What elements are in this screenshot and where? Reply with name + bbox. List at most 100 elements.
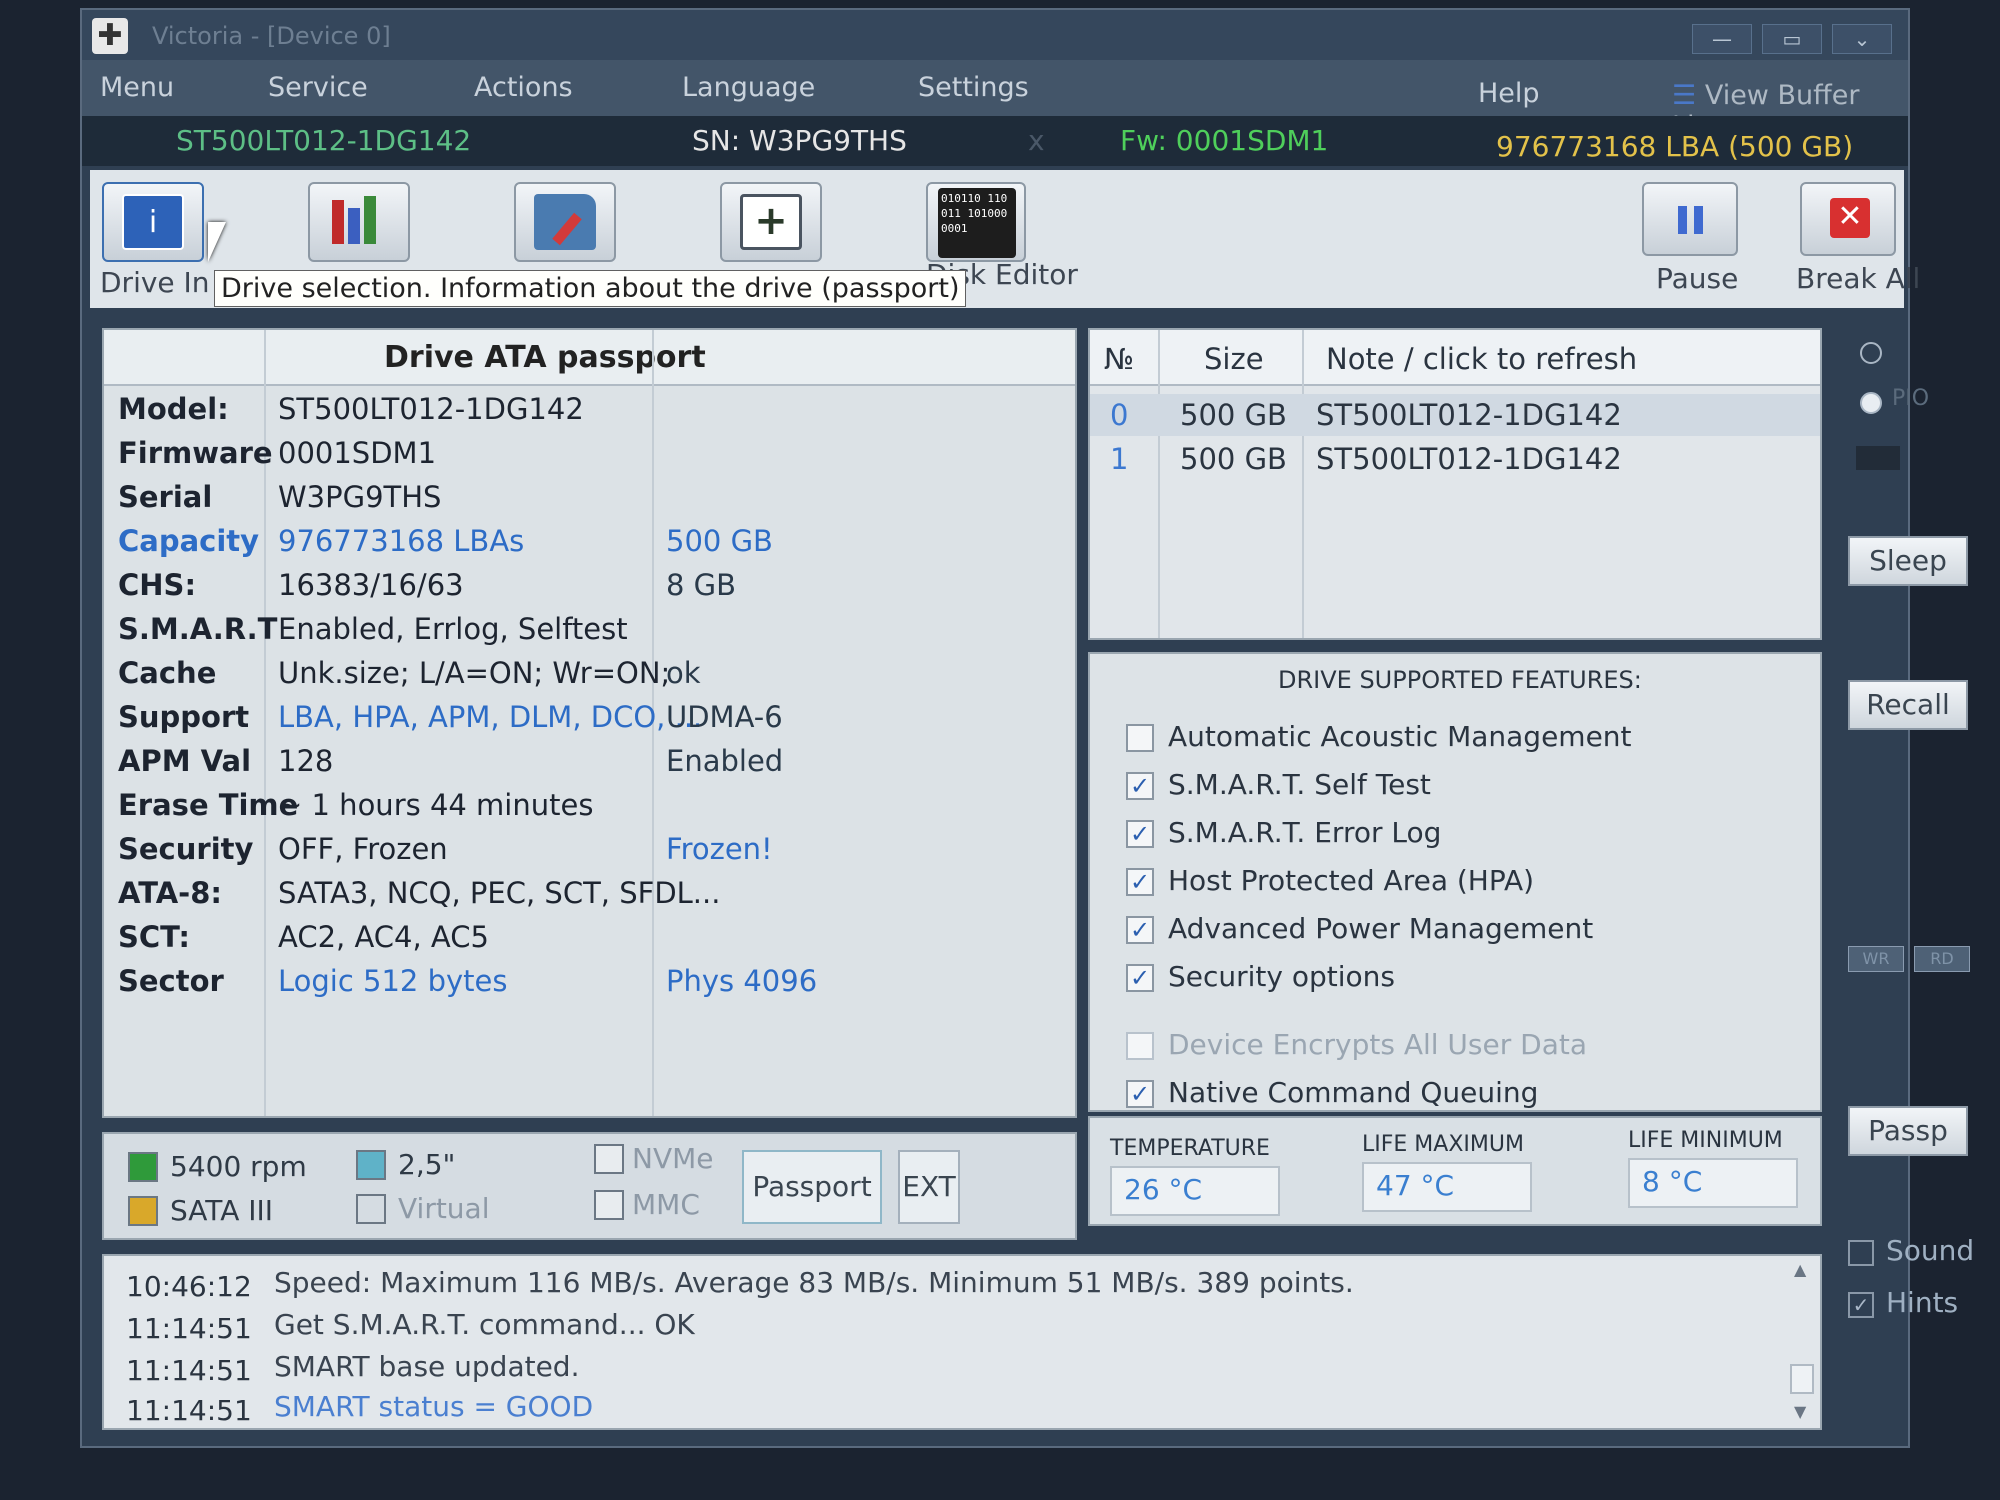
feature-label: Security options [1168, 960, 1396, 993]
row-smart: S.M.A.R.T Enabled, Errlog, Selftest [104, 612, 1075, 656]
drive-note: ST500LT012-1DG142 [1316, 442, 1622, 476]
feature-checkbox[interactable]: ✓ [1126, 820, 1154, 848]
mmc-indicator [594, 1190, 624, 1220]
value-ata8: SATA3, NCQ, PEC, SCT, SFDL... [278, 876, 721, 910]
feature-label: Native Command Queuing [1168, 1076, 1539, 1109]
divider [1158, 330, 1160, 638]
info-lba: 976773168 LBA (500 GB) [1496, 130, 1854, 163]
log-time: 11:14:51 [126, 1394, 252, 1427]
add-task-button[interactable]: + [720, 182, 822, 262]
sata-label: SATA III [170, 1194, 274, 1227]
feature-label: Advanced Power Management [1168, 912, 1594, 945]
hints-checkbox[interactable]: ✓ [1848, 1292, 1874, 1318]
row-serial: Serial W3PG9THS [104, 480, 1075, 524]
extra-support: UDMA-6 [666, 700, 783, 734]
feature-checkbox[interactable] [1126, 724, 1154, 752]
rpm-label: 5400 rpm [170, 1150, 307, 1183]
feature-label: S.M.A.R.T. Error Log [1168, 816, 1442, 849]
feature-checkbox[interactable]: ✓ [1126, 964, 1154, 992]
tooltip: Drive selection. Information about the d… [214, 270, 967, 307]
drive-row-0[interactable]: 0 500 GB ST500LT012-1DG142 [1090, 394, 1820, 436]
menu-settings[interactable]: Settings [918, 72, 1029, 103]
divider [1302, 330, 1304, 638]
pause-button[interactable] [1642, 182, 1738, 256]
feature-checkbox[interactable]: ✓ [1126, 772, 1154, 800]
info-model: ST500LT012-1DG142 [176, 124, 472, 157]
drive-row-1[interactable]: 1 500 GB ST500LT012-1DG142 [1090, 438, 1820, 480]
extra-apm: Enabled [666, 744, 784, 778]
window-title: Victoria - [Device 0] [152, 22, 391, 50]
feature-checkbox[interactable]: ✓ [1126, 1080, 1154, 1108]
scroll-up-icon[interactable]: ▲ [1794, 1260, 1806, 1279]
feature-checkbox[interactable]: ✓ [1126, 868, 1154, 896]
row-firmware: Firmware 0001SDM1 [104, 436, 1075, 480]
menu-language[interactable]: Language [682, 72, 815, 103]
open-folder-button[interactable] [514, 182, 616, 262]
binary-icon: 010110 110011 101000 0001 [938, 188, 1016, 258]
sata-indicator [128, 1196, 158, 1226]
life-min-label: LIFE MINIMUM [1628, 1128, 1783, 1153]
label-ata8: ATA-8: [118, 876, 222, 910]
sleep-button[interactable]: Sleep [1848, 536, 1968, 586]
menu-service[interactable]: Service [268, 72, 368, 103]
feature-checkbox[interactable] [1126, 1032, 1154, 1060]
drive-info-button[interactable]: i [102, 182, 204, 262]
drive-indicators: 5400 rpm SATA III 2,5" Virtual NVMe MMC … [102, 1132, 1077, 1240]
value-sector: Logic 512 bytes [278, 964, 508, 998]
bar-chart-icon [328, 194, 390, 250]
disk-editor-button[interactable]: 010110 110011 101000 0001 [926, 182, 1026, 262]
menu-help[interactable]: Help [1478, 78, 1540, 109]
features-title: DRIVE SUPPORTED FEATURES: [1278, 666, 1642, 694]
log-message: Get S.M.A.R.T. command... OK [274, 1308, 695, 1341]
value-erase-time: ~ 1 hours 44 minutes [278, 788, 594, 822]
drive-list: № Size Note / click to refresh 0 500 GB … [1088, 328, 1822, 640]
feature-checkbox[interactable]: ✓ [1126, 916, 1154, 944]
temperature-label: TEMPERATURE [1110, 1136, 1270, 1161]
right-sidebar: PIO Sleep Recall WR RD Passp Sound ✓ Hin… [1834, 328, 1974, 1428]
label-chs: CHS: [118, 568, 197, 602]
radio-option[interactable] [1860, 342, 1882, 364]
menu-bar: Menu Service Actions Language Settings H… [82, 60, 1908, 142]
mmc-label: MMC [632, 1188, 700, 1221]
sound-label: Sound [1886, 1234, 1975, 1267]
header-no: № [1104, 342, 1135, 376]
row-capacity: Capacity 976773168 LBAs 500 GB [104, 524, 1075, 568]
scroll-down-icon[interactable]: ▼ [1794, 1402, 1806, 1421]
close-window-button[interactable]: ⌄ [1832, 24, 1892, 54]
wr-indicator: WR [1848, 946, 1904, 972]
passport-button[interactable]: Passport [742, 1150, 882, 1224]
menu-menu[interactable]: Menu [100, 72, 174, 103]
break-all-label: Break All [1796, 262, 1921, 295]
row-ata8: ATA-8: SATA3, NCQ, PEC, SCT, SFDL... [104, 876, 1075, 920]
nvme-indicator [594, 1144, 624, 1174]
feature-label: Automatic Acoustic Management [1168, 720, 1632, 753]
value-serial: W3PG9THS [278, 480, 442, 514]
log-scrollbar[interactable]: ▲ ▼ [1790, 1260, 1816, 1424]
smart-button[interactable] [308, 182, 410, 262]
app-window: ✚ Victoria - [Device 0] — ▭ ⌄ Menu Servi… [80, 8, 1974, 1448]
minimize-button[interactable]: — [1692, 24, 1752, 54]
clipboard-plus-icon: + [740, 194, 802, 250]
maximize-button[interactable]: ▭ [1762, 24, 1822, 54]
label-sector: Sector [118, 964, 224, 998]
recall-button[interactable]: Recall [1848, 680, 1968, 730]
label-capacity: Capacity [118, 524, 260, 558]
menu-actions[interactable]: Actions [474, 72, 573, 103]
extra-capacity: 500 GB [666, 524, 773, 558]
value-firmware: 0001SDM1 [278, 436, 437, 470]
break-all-button[interactable]: ✕ [1800, 182, 1896, 256]
pause-icon [1674, 206, 1708, 236]
feature-label: Host Protected Area (HPA) [1168, 864, 1535, 897]
extra-cache: ok [666, 656, 701, 690]
rpm-indicator [128, 1152, 158, 1182]
drive-info-label: Drive In [100, 266, 210, 299]
sound-checkbox[interactable] [1848, 1240, 1874, 1266]
stop-x-icon: ✕ [1830, 198, 1870, 238]
passp-button[interactable]: Passp [1848, 1106, 1968, 1156]
pio-radio[interactable] [1860, 392, 1882, 414]
extra-sector: Phys 4096 [666, 964, 818, 998]
ext-button[interactable]: EXT [898, 1150, 960, 1224]
pause-label: Pause [1656, 262, 1739, 295]
log-message: Speed: Maximum 116 MB/s. Average 83 MB/s… [274, 1266, 1354, 1299]
scroll-thumb[interactable] [1790, 1364, 1814, 1394]
